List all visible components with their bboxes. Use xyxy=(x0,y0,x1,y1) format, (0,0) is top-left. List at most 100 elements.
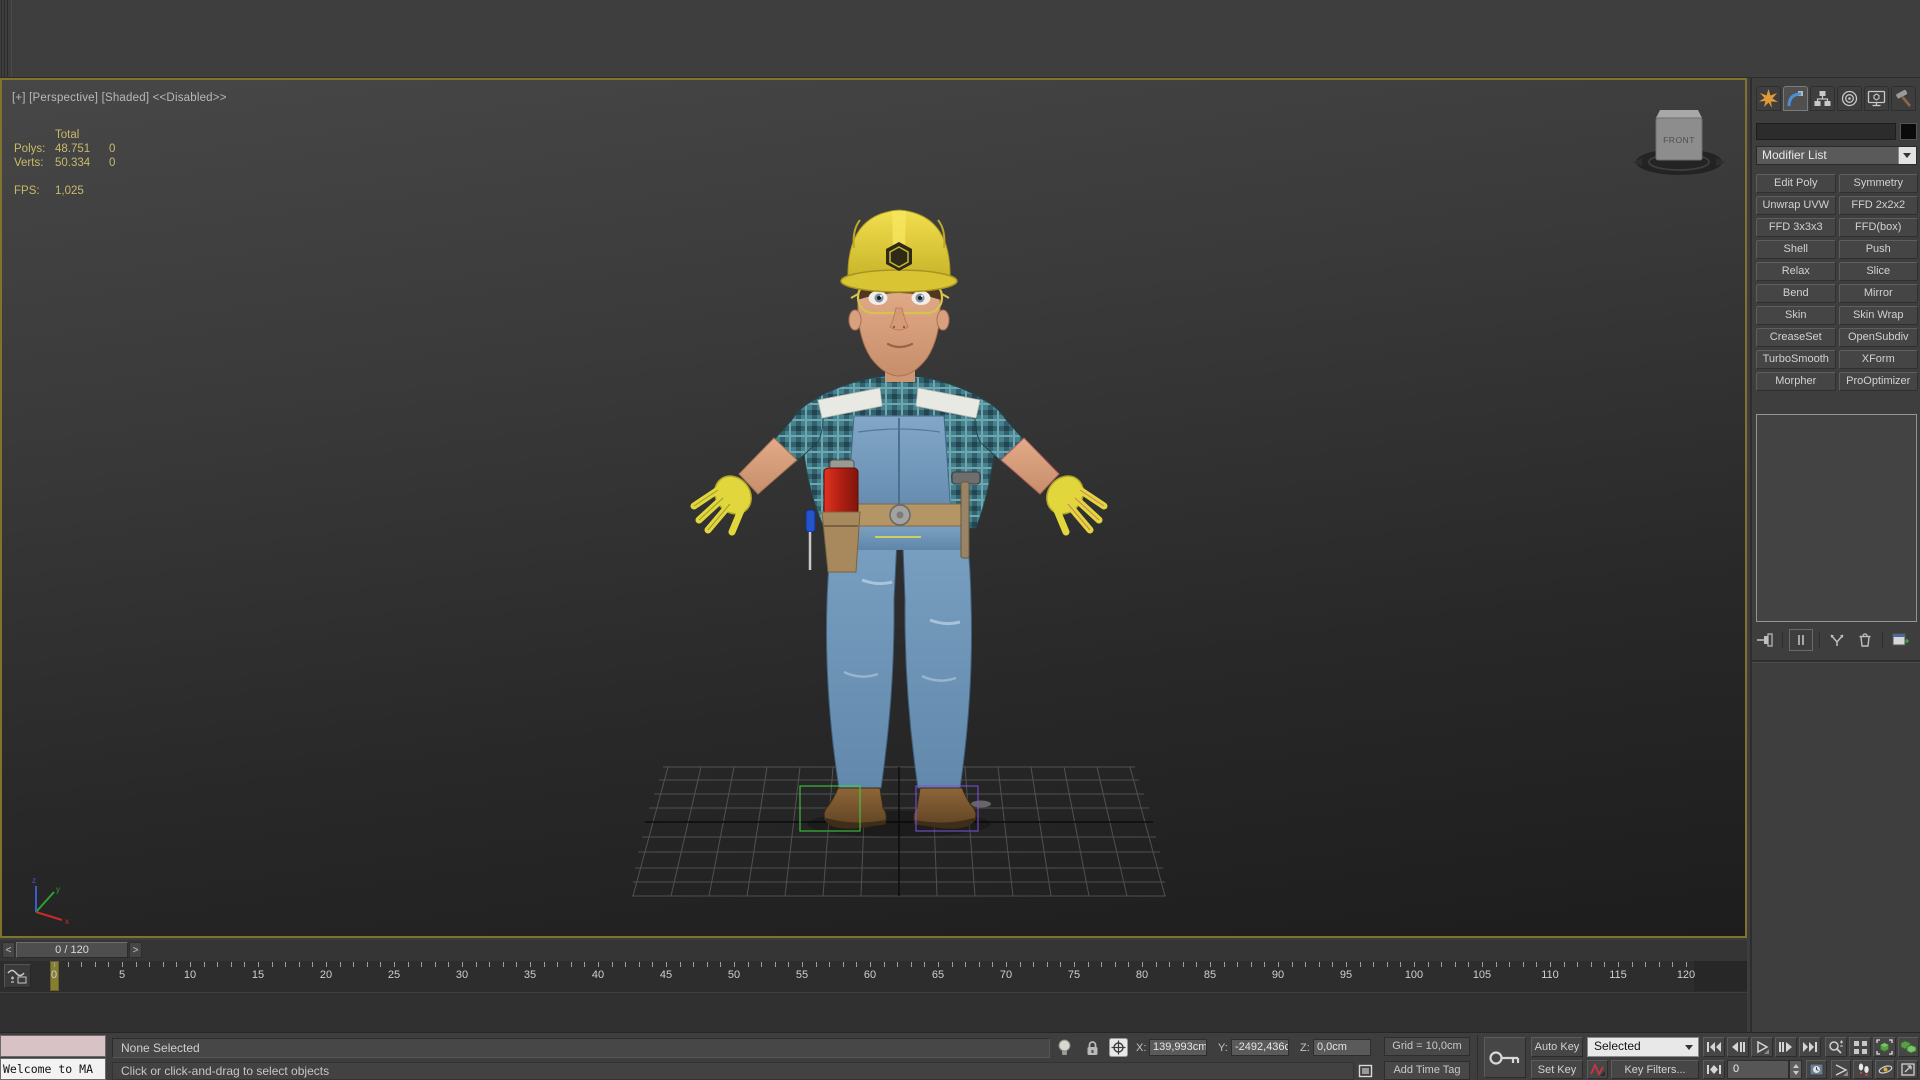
time-slider-prev-button[interactable]: < xyxy=(2,942,15,958)
modifier-button-unwrap-uvw[interactable]: Unwrap UVW xyxy=(1756,196,1836,215)
default-tangent-button[interactable] xyxy=(1587,1060,1608,1079)
play-animation-button[interactable] xyxy=(1751,1037,1773,1057)
modifier-button-shell[interactable]: Shell xyxy=(1756,240,1836,259)
ruler-tick xyxy=(502,962,504,967)
remove-modifier-button[interactable] xyxy=(1854,630,1876,650)
make-unique-button[interactable] xyxy=(1826,630,1848,650)
ruler-tick xyxy=(1359,962,1361,967)
modifier-button-skin-wrap[interactable]: Skin Wrap xyxy=(1838,306,1918,325)
set-key-button[interactable]: Set Key xyxy=(1531,1060,1583,1079)
time-configuration-button[interactable] xyxy=(1806,1060,1827,1079)
zoom-all-button[interactable] xyxy=(1849,1037,1871,1057)
ruler-tick xyxy=(666,962,667,967)
x-coordinate-field[interactable]: 139,993cm xyxy=(1149,1039,1207,1056)
show-end-result-button[interactable] xyxy=(1789,629,1813,651)
isolate-selection-lightbulb-icon[interactable] xyxy=(1056,1038,1073,1058)
z-coordinate-field[interactable]: 0,0cm xyxy=(1313,1039,1371,1056)
orbit-icon xyxy=(1878,1065,1892,1074)
maxscript-listener-output[interactable]: Welcome to MA xyxy=(0,1058,106,1080)
svg-text:y: y xyxy=(56,885,60,894)
toolbar-grip-line xyxy=(11,0,12,77)
ruler-tick xyxy=(1142,962,1143,967)
maxscript-listener-input[interactable] xyxy=(0,1035,106,1057)
mini-curve-editor-button[interactable] xyxy=(4,964,31,988)
auto-key-button[interactable]: Auto Key xyxy=(1531,1037,1583,1057)
open-listener-window-icon[interactable] xyxy=(1358,1064,1374,1079)
walk-through-icon xyxy=(1858,1063,1869,1076)
ruler-tick xyxy=(1237,962,1239,967)
modifier-button-slice[interactable]: Slice xyxy=(1838,262,1918,281)
ruler-tick xyxy=(54,962,55,967)
configure-modifier-sets-button[interactable] xyxy=(1889,630,1911,650)
time-slider-handle[interactable]: 0 / 120 xyxy=(16,942,128,958)
x-coordinate-label: X: xyxy=(1136,1042,1147,1054)
frame-field-spinner[interactable] xyxy=(1789,1060,1802,1079)
modifier-button-symmetry[interactable]: Symmetry xyxy=(1838,174,1918,193)
modifier-button-push[interactable]: Push xyxy=(1838,240,1918,259)
motion-icon xyxy=(1841,90,1858,107)
maximize-viewport-toggle-button[interactable] xyxy=(1897,1060,1918,1079)
ruler-tick xyxy=(1563,962,1565,967)
selection-lock-icon[interactable] xyxy=(1085,1040,1100,1057)
set-keys-button[interactable] xyxy=(1484,1037,1526,1078)
ruler-end-cap xyxy=(1694,961,1747,991)
go-to-start-button[interactable] xyxy=(1703,1037,1725,1057)
next-frame-button[interactable] xyxy=(1775,1037,1797,1057)
modifier-button-ffd-box[interactable]: FFD(box) xyxy=(1838,218,1918,237)
perspective-viewport[interactable]: FRONT x y z [+] [Perspective] [Shaded] <… xyxy=(0,78,1747,938)
modifier-button-bend[interactable]: Bend xyxy=(1756,284,1836,303)
toolbar-divider xyxy=(1819,632,1820,648)
viewport-scene: FRONT x y z xyxy=(32,110,1725,926)
go-to-end-button[interactable] xyxy=(1799,1037,1821,1057)
character-model[interactable] xyxy=(690,209,1108,832)
tab-modify[interactable] xyxy=(1783,86,1808,111)
ruler-tick xyxy=(1318,962,1320,967)
modifier-button-relax[interactable]: Relax xyxy=(1756,262,1836,281)
zoom-extents-selected-button[interactable] xyxy=(1873,1037,1896,1057)
current-frame-field[interactable]: 0 xyxy=(1727,1060,1789,1079)
viewcube[interactable]: FRONT xyxy=(1633,110,1725,175)
modifier-button-creaseset[interactable]: CreaseSet xyxy=(1756,328,1836,347)
tab-motion[interactable] xyxy=(1837,86,1862,111)
orbit-button[interactable] xyxy=(1875,1060,1895,1079)
zoom-button[interactable] xyxy=(1825,1037,1847,1057)
previous-frame-button[interactable] xyxy=(1727,1037,1749,1057)
key-filters-button[interactable]: Key Filters... xyxy=(1611,1060,1699,1079)
timeline-ruler[interactable]: 0 5 10 15 20 25 30 35 40 45 50 55 60 65 70 75 80 85 90 95 10… xyxy=(0,961,1747,993)
tab-utilities[interactable] xyxy=(1891,86,1916,111)
modifier-stack-list[interactable] xyxy=(1756,414,1917,622)
tab-create[interactable] xyxy=(1756,86,1781,111)
modifier-button-ffd-3x3x3[interactable]: FFD 3x3x3 xyxy=(1756,218,1836,237)
modifier-button-prooptimizer[interactable]: ProOptimizer xyxy=(1838,372,1918,391)
pin-stack-button[interactable] xyxy=(1754,630,1776,650)
modifier-button-xform[interactable]: XForm xyxy=(1838,350,1918,369)
modifier-list-dropdown[interactable]: Modifier List xyxy=(1756,146,1917,165)
modifier-button-opensubdiv[interactable]: OpenSubdiv xyxy=(1838,328,1918,347)
ruler-frame-label: 10 xyxy=(183,969,197,981)
modifier-button-turbosmooth[interactable]: TurboSmooth xyxy=(1756,350,1836,369)
viewport-label[interactable]: [+] [Perspective] [Shaded] <<Disabled>> xyxy=(12,92,227,104)
time-slider-track[interactable]: < 0 / 120 > xyxy=(0,940,1747,962)
modifier-button-mirror[interactable]: Mirror xyxy=(1838,284,1918,303)
selection-set-dropdown[interactable]: Selected xyxy=(1587,1037,1699,1057)
modifier-button-skin[interactable]: Skin xyxy=(1756,306,1836,325)
add-time-tag[interactable]: Add Time Tag xyxy=(1384,1061,1470,1080)
key-mode-toggle-button[interactable] xyxy=(1703,1060,1725,1079)
zoom-extents-all-button[interactable] xyxy=(1898,1037,1919,1057)
walk-through-button[interactable] xyxy=(1853,1060,1873,1079)
track-bar[interactable] xyxy=(0,992,1747,1033)
tab-hierarchy[interactable] xyxy=(1810,86,1835,111)
field-of-view-button[interactable] xyxy=(1831,1060,1851,1079)
modifier-button-morpher[interactable]: Morpher xyxy=(1756,372,1836,391)
y-coordinate-field[interactable]: -2492,436c xyxy=(1231,1039,1289,1056)
tab-display[interactable] xyxy=(1864,86,1889,111)
object-name-field[interactable] xyxy=(1756,123,1896,140)
time-slider-next-button[interactable]: > xyxy=(129,942,142,958)
modifier-button-edit-poly[interactable]: Edit Poly xyxy=(1756,174,1836,193)
modifier-button-ffd-2x2x2[interactable]: FFD 2x2x2 xyxy=(1838,196,1918,215)
dropdown-arrow-button[interactable] xyxy=(1898,147,1916,164)
ruler-tick xyxy=(1536,962,1538,967)
absolute-mode-transform-icon[interactable] xyxy=(1109,1038,1128,1057)
modify-icon xyxy=(1787,91,1803,107)
object-color-swatch[interactable] xyxy=(1900,123,1917,140)
